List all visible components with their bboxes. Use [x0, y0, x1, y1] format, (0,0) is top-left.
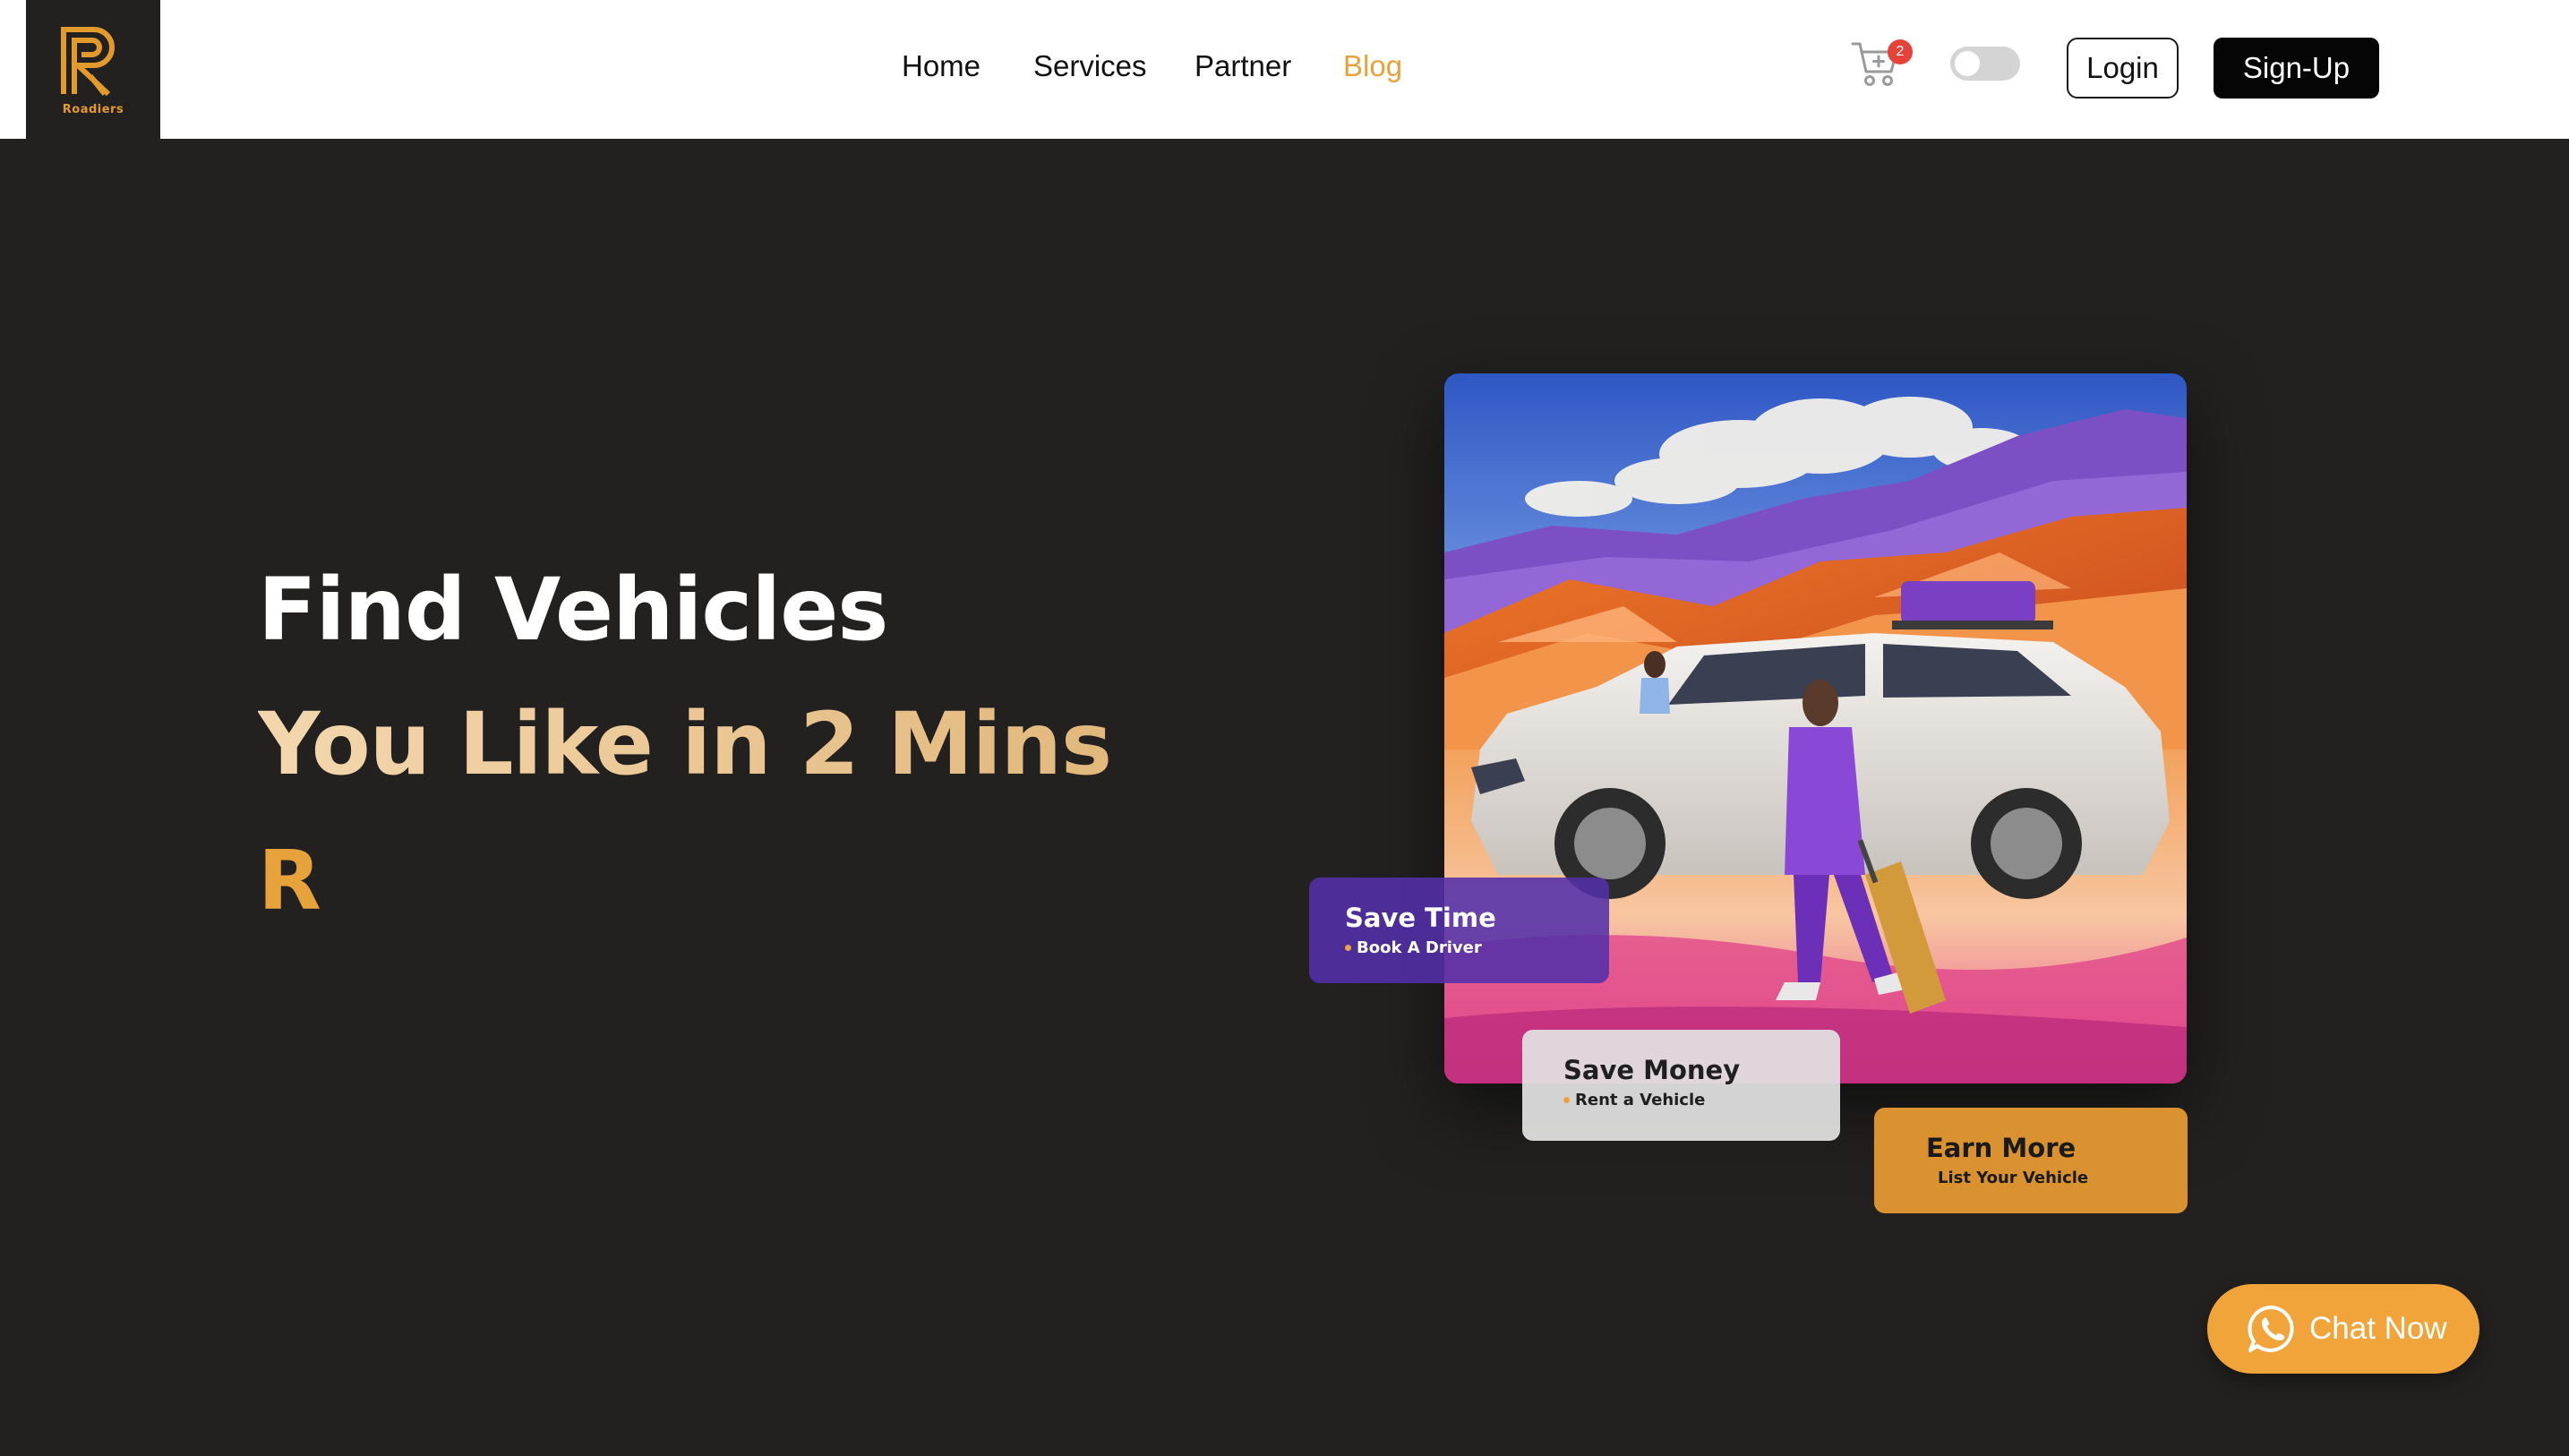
card-subtitle-row: Rent a Vehicle [1563, 1091, 1804, 1109]
cart-count-badge: 2 [1888, 39, 1913, 64]
card-subtitle: Book A Driver [1357, 938, 1482, 957]
chat-now-button[interactable]: Chat Now [2207, 1284, 2479, 1374]
signup-button[interactable]: Sign-Up [2214, 38, 2379, 98]
login-button[interactable]: Login [2067, 38, 2179, 98]
card-subtitle-row: Book A Driver [1345, 938, 1573, 957]
card-title: Save Time [1345, 903, 1496, 933]
feature-card-save-time[interactable]: Save Time Book A Driver [1309, 878, 1609, 983]
site-header: Roadiers Home Services Partner Blog 2 Lo… [0, 0, 2569, 139]
nav-services[interactable]: Services [1033, 49, 1147, 83]
bullet-dot-icon [1926, 1175, 1932, 1181]
chat-now-label: Chat Now [2309, 1311, 2447, 1346]
card-subtitle-row: List Your Vehicle [1926, 1169, 2152, 1187]
bullet-dot-icon [1563, 1097, 1570, 1103]
card-title: Earn More [1926, 1133, 2077, 1163]
cart-button[interactable]: 2 [1850, 39, 1913, 90]
bullet-dot-icon [1345, 945, 1351, 951]
main-nav: Home Services Partner Blog [0, 0, 2569, 136]
hero-typing-text: R [258, 833, 321, 929]
whatsapp-icon [2248, 1305, 2294, 1352]
nav-partner[interactable]: Partner [1195, 49, 1291, 83]
hero-title-line2: You Like in 2 Mins [258, 694, 1112, 794]
card-subtitle: List Your Vehicle [1938, 1169, 2089, 1187]
card-subtitle: Rent a Vehicle [1575, 1091, 1706, 1109]
nav-home[interactable]: Home [902, 49, 981, 83]
hero-title-line1: Find Vehicles [258, 560, 888, 660]
nav-blog[interactable]: Blog [1343, 49, 1402, 83]
toggle-knob [1955, 51, 1980, 76]
feature-card-earn-more[interactable]: Earn More List Your Vehicle [1874, 1108, 2188, 1213]
card-title: Save Money [1563, 1055, 1741, 1085]
feature-card-save-money[interactable]: Save Money Rent a Vehicle [1522, 1030, 1840, 1141]
theme-toggle[interactable] [1950, 47, 2020, 81]
